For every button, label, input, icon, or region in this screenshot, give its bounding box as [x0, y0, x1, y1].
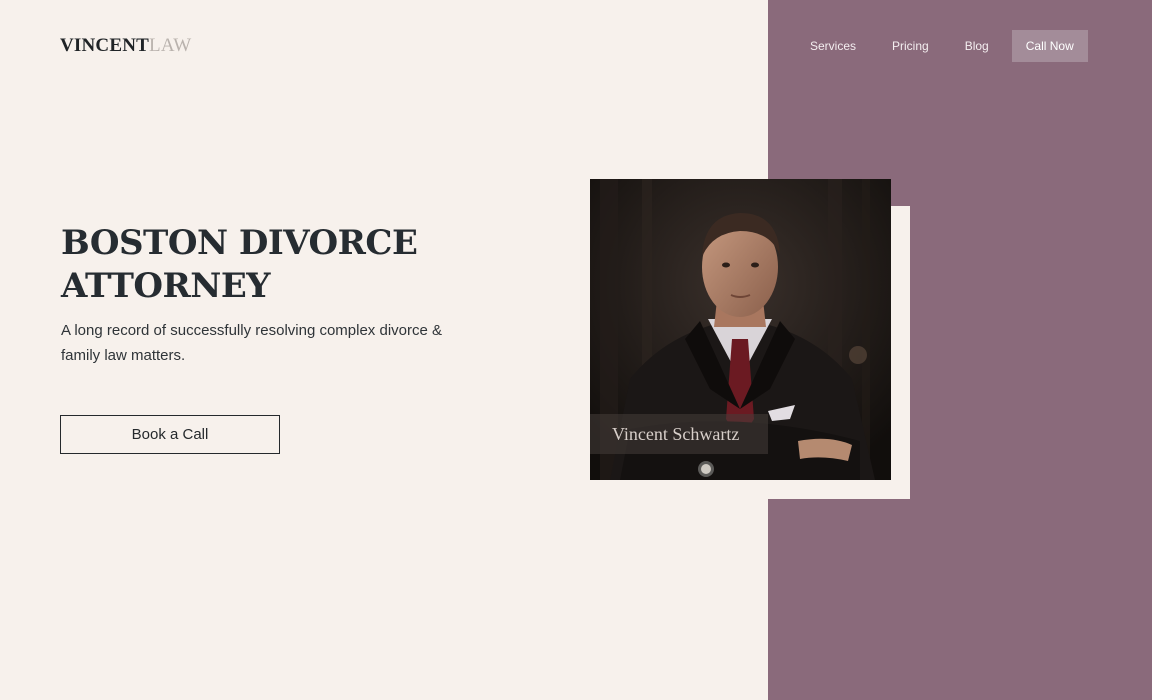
hero-subtitle: A long record of successfully resolving … — [61, 322, 443, 364]
portrait-caption: Vincent Schwartz — [590, 414, 768, 454]
hero-title-line-2: ATTORNEY — [61, 266, 271, 306]
logo-sub-text: LAW — [149, 35, 192, 56]
main-nav: Services Pricing Blog Call Now — [792, 30, 1088, 62]
nav-link-services[interactable]: Services — [792, 30, 874, 62]
hero-title-line-1: BOSTON DIVORCE — [61, 223, 418, 263]
hero-title: BOSTON DIVORCE ATTORNEY — [61, 222, 481, 308]
nav-link-pricing[interactable]: Pricing — [874, 30, 947, 62]
logo[interactable]: VINCENTLAW — [60, 35, 191, 57]
logo-main-text: VINCENT — [60, 35, 150, 56]
nav-link-blog[interactable]: Blog — [947, 30, 1007, 62]
book-a-call-button[interactable]: Book a Call — [60, 415, 280, 454]
call-now-button[interactable]: Call Now — [1011, 30, 1088, 62]
